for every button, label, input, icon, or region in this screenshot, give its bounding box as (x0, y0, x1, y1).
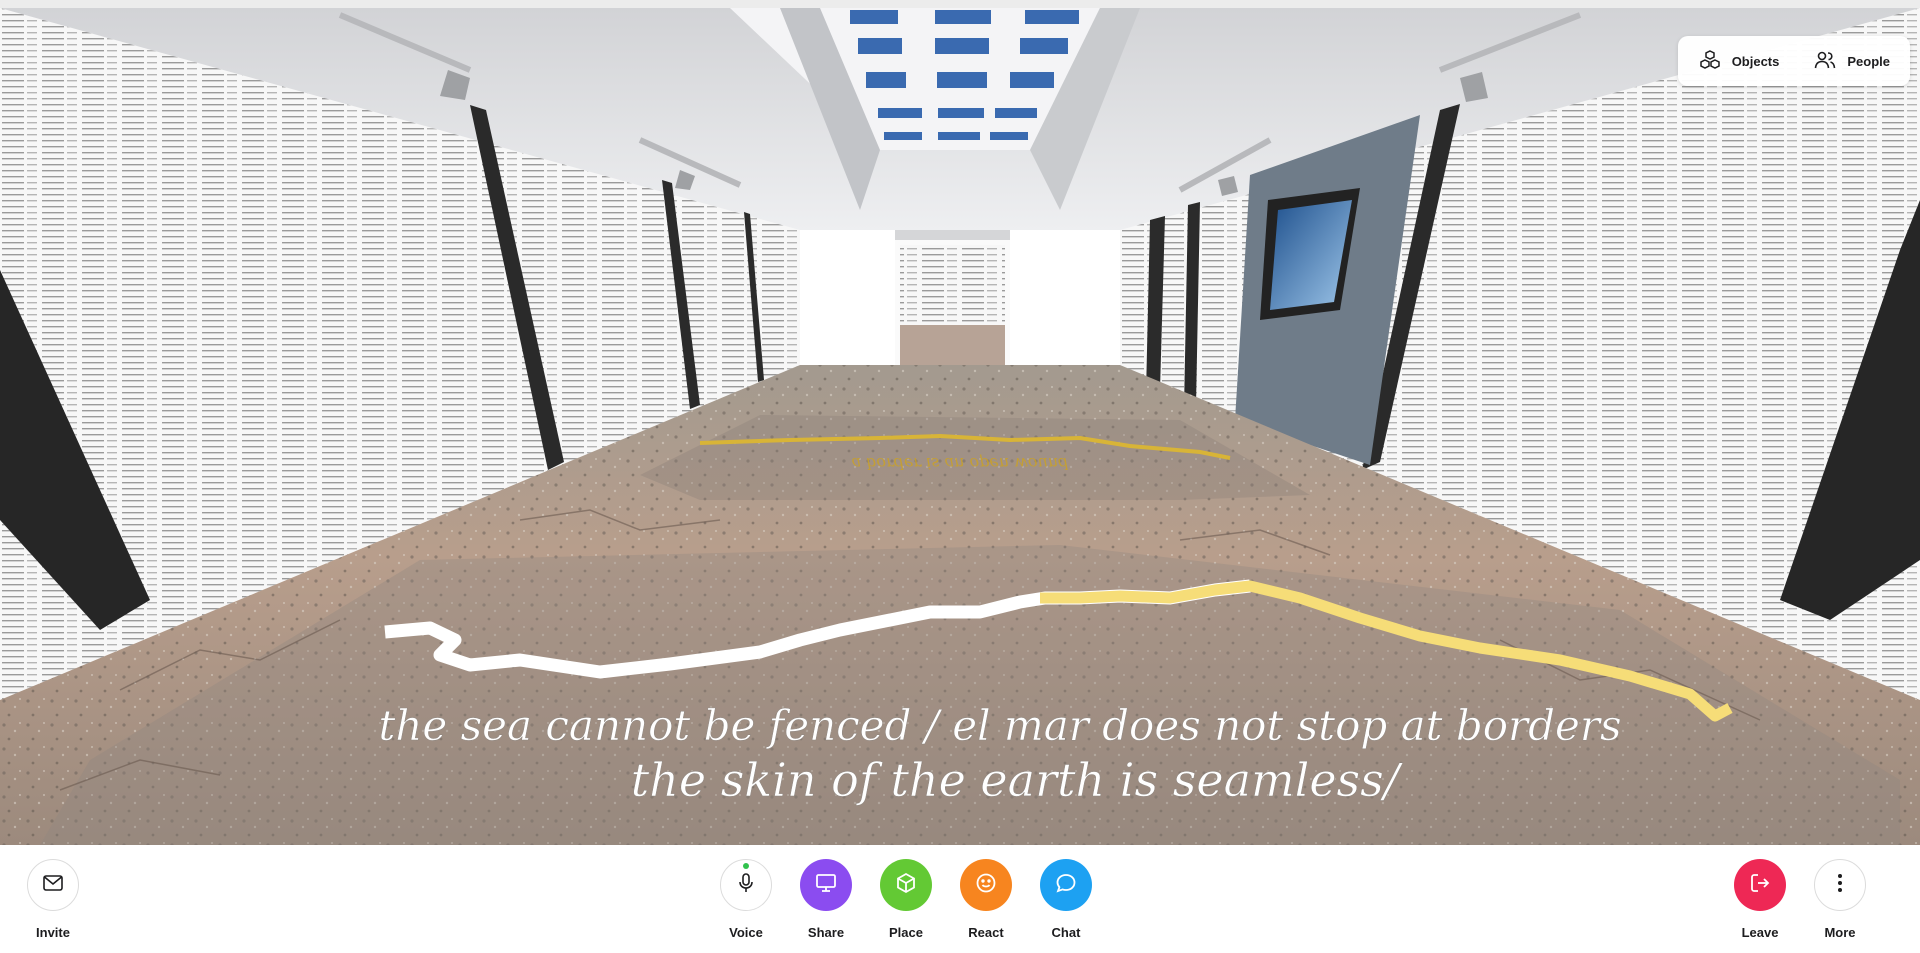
chat-bubble-icon (1054, 871, 1078, 900)
voice-button[interactable]: Voice (706, 859, 786, 940)
share-button[interactable]: Share (786, 859, 866, 940)
top-edge (0, 0, 1920, 8)
more-vertical-icon (1828, 871, 1852, 900)
place-button[interactable]: Place (866, 859, 946, 940)
voice-status-dot (743, 863, 749, 869)
far-floor-text: a border is an open wound (852, 454, 1069, 473)
place-label: Place (889, 925, 923, 940)
react-button[interactable]: React (946, 859, 1026, 940)
people-button[interactable]: People (1799, 40, 1904, 83)
leave-label: Leave (1741, 925, 1779, 940)
top-right-panel: Objects People (1677, 36, 1910, 86)
people-icon (1813, 48, 1837, 75)
react-label: React (968, 925, 1004, 940)
floor-text-line-2: the skin of the earth is seamless/ (631, 753, 1404, 807)
invite-button[interactable]: Invite (13, 859, 93, 940)
monitor-icon (814, 871, 838, 900)
objects-label: Objects (1731, 53, 1780, 69)
3d-gallery-scene[interactable]: a border is an open wound the sea cannot… (0, 0, 1920, 845)
exit-icon (1748, 871, 1772, 900)
more-button[interactable]: More (1800, 859, 1880, 940)
smiley-icon (974, 871, 998, 900)
more-label: More (1824, 925, 1856, 940)
objects-icon (1698, 48, 1722, 75)
floor-text-line-1: the sea cannot be fenced / el mar does n… (378, 701, 1621, 750)
invite-label: Invite (36, 925, 70, 940)
voice-label: Voice (729, 925, 763, 940)
people-label: People (1847, 53, 1890, 69)
mail-icon (41, 871, 65, 900)
objects-button[interactable]: Objects (1684, 40, 1794, 83)
chat-button[interactable]: Chat (1026, 859, 1106, 940)
chat-label: Chat (1051, 925, 1081, 940)
microphone-icon (734, 871, 758, 900)
cube-icon (894, 871, 918, 900)
leave-button[interactable]: Leave (1720, 859, 1800, 940)
share-label: Share (807, 925, 845, 940)
bottom-toolbar: Invite Voice Share Place React Chat Leav… (0, 845, 1920, 953)
